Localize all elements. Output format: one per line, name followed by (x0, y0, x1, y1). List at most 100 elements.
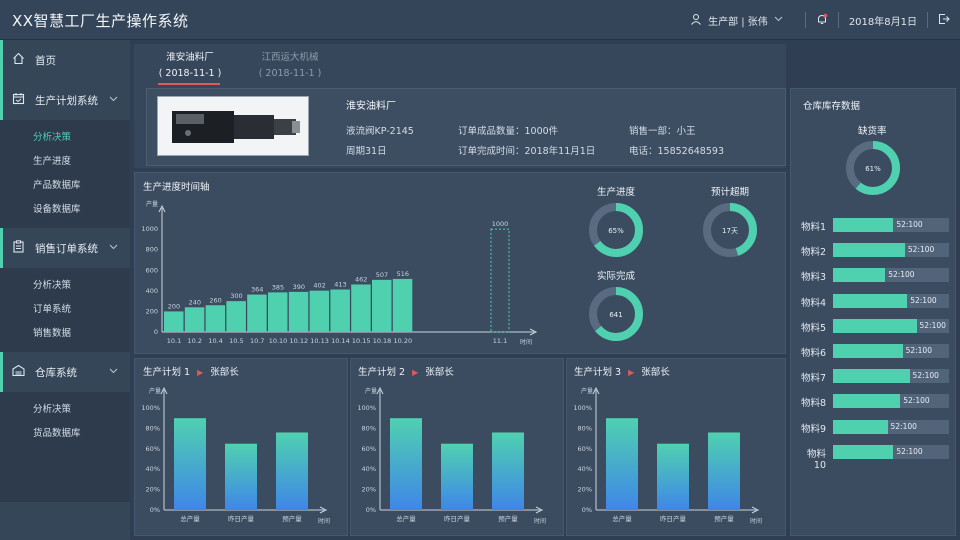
x-tick-label: 10.13 (310, 337, 329, 345)
x-tick-label: 10.1 (167, 337, 181, 345)
material-stock-value: 52:100 (910, 295, 937, 305)
calendar-icon (12, 92, 25, 108)
user-icon[interactable] (690, 13, 702, 28)
x-tick-label: 10.2 (188, 337, 202, 345)
sidebar-subitem[interactable]: 货品数据库 (0, 422, 130, 446)
sidebar-item-sales-order[interactable]: 销售订单系统 (0, 228, 130, 268)
material-stock-value: 52:100 (903, 396, 930, 406)
chevron-down-icon[interactable] (109, 242, 118, 254)
y-axis-label: 产量 (581, 387, 593, 395)
x-tick-label: 预产量 (714, 514, 734, 523)
y-tick-label: 80% (362, 424, 376, 432)
donut-center-label: 17天 (722, 227, 738, 235)
y-tick-label: 800 (146, 246, 158, 254)
material-stock-fill (833, 344, 903, 358)
bell-icon[interactable] (816, 13, 828, 28)
tab-huaian[interactable]: 淮安油料厂 ( 2018-11-1 ) (150, 50, 230, 82)
chevron-down-icon[interactable] (109, 366, 118, 378)
sidebar-item-home[interactable]: 首页 (0, 40, 130, 80)
timeline-bar (164, 311, 184, 332)
bar-value-label: 364 (251, 286, 263, 294)
sidebar-item-warehouse[interactable]: 仓库系统 (0, 352, 130, 392)
y-tick-label: 200 (146, 307, 158, 315)
plan-title: 生产计划 1 ▶ 张部长 (143, 364, 239, 378)
material-label: 物料1 (800, 222, 826, 233)
plan-bar (225, 443, 257, 510)
sidebar-item-label: 仓库系统 (35, 366, 77, 379)
sidebar-subitem[interactable]: 产品数据库 (0, 174, 130, 198)
logout-icon[interactable] (938, 13, 950, 28)
donut-center-label: 641 (609, 311, 622, 319)
x-tick-label: 10.10 (269, 337, 288, 345)
y-axis-label: 产量 (146, 200, 158, 208)
tab-jiangxi[interactable]: 江西运大机械 ( 2018-11-1 ) (250, 50, 330, 82)
arrow-right-icon: ▶ (197, 368, 204, 377)
shortage-donut: 61% (846, 141, 900, 195)
material-stock-value: 52:100 (919, 320, 946, 330)
timeline-bar (226, 301, 246, 332)
plan-name: 生产计划 3 (574, 367, 622, 378)
arrow-right-icon: ▶ (628, 368, 635, 377)
chevron-down-icon[interactable] (109, 94, 118, 106)
y-tick-label: 20% (146, 486, 160, 494)
warehouse-icon (12, 364, 25, 380)
plan-chart-2: 产量时间 0% 20% 40% 60% 80% 100% 总产量 昨日产量 预产量 (357, 386, 546, 525)
y-tick-label: 0% (582, 506, 592, 514)
material-label: 物料4 (800, 297, 826, 309)
bar-value-label: 507 (376, 271, 388, 279)
product-model: 液流阀KP-2145 (346, 126, 414, 137)
sidebar-subitem[interactable]: 分析决策 (0, 398, 130, 422)
active-tab-indicator (158, 83, 220, 85)
sidebar-subitem[interactable]: 销售数据 (0, 322, 130, 346)
material-stock-fill (833, 419, 888, 434)
material-stock-fill (833, 218, 894, 232)
sidebar-subitem[interactable]: 生产进度 (0, 150, 130, 174)
y-tick-label: 100% (573, 404, 592, 412)
sidebar-subitem[interactable]: 分析决策 (0, 274, 130, 298)
plan-bar (174, 418, 206, 510)
sidebar-submenu: 分析决策 订单系统 销售数据 (0, 268, 130, 352)
y-tick-label: 60% (362, 445, 376, 453)
current-date: 2018年8月1日 (848, 16, 917, 28)
timeline-bar (372, 279, 392, 332)
plan-title: 生产计划 2 ▶ 张部长 (358, 364, 454, 378)
x-axis-label: 时间 (520, 338, 532, 346)
material-stock-value: 52:100 (888, 270, 915, 280)
x-axis-label: 时间 (318, 517, 330, 525)
material-label: 物料2 (800, 247, 826, 259)
timeline-chart: 产量时间 0 200 400 600 800 1000 200 10.1 240 10.2 260 10… (141, 200, 538, 346)
x-tick-label: 10.18 (373, 337, 392, 345)
donut-center-label: 65% (608, 227, 624, 235)
material-label: 物料10 (806, 448, 826, 471)
plan-name: 生产计划 2 (358, 367, 406, 378)
progress-donut-title: 生产进度 (597, 187, 636, 198)
chevron-down-icon[interactable] (774, 14, 783, 26)
clipboard-icon (12, 240, 25, 256)
x-tick-label: 10.14 (331, 337, 350, 345)
sidebar-subitem[interactable]: 分析决策 (0, 126, 130, 150)
sales-contact: 销售一部：小王 (629, 126, 696, 137)
material-stock-fill (833, 268, 886, 283)
app-title: XX智慧工厂生产操作系统 (12, 12, 189, 30)
user-dept-name[interactable]: 生产部 | 张伟 (708, 13, 768, 28)
y-tick-label: 80% (578, 424, 592, 432)
bar-value-label: 516 (397, 270, 409, 278)
timeline-bar (205, 305, 226, 332)
timeline-bar (247, 294, 267, 332)
material-stock-bar: 52:100 (833, 318, 949, 333)
x-tick-label: 预产量 (282, 514, 302, 523)
actual-donut: 641 (589, 287, 643, 341)
overdue-donut: 17天 (703, 203, 757, 257)
material-label: 物料7 (800, 373, 826, 385)
material-stock-bar: 52:100 (833, 218, 949, 232)
sidebar-subitem[interactable]: 设备数据库 (0, 198, 130, 222)
sidebar-subitem[interactable]: 订单系统 (0, 298, 130, 322)
x-tick-label: 昨日产量 (444, 514, 471, 523)
material-label: 物料6 (800, 348, 826, 359)
material-label: 物料9 (800, 423, 826, 435)
y-tick-label: 40% (578, 465, 592, 473)
material-label: 物料8 (800, 398, 826, 410)
sidebar-item-production-plan[interactable]: 生产计划系统 (0, 80, 130, 120)
material-stock-bar: 52:100 (833, 268, 949, 283)
material-stock-bar: 52:100 (833, 344, 949, 358)
